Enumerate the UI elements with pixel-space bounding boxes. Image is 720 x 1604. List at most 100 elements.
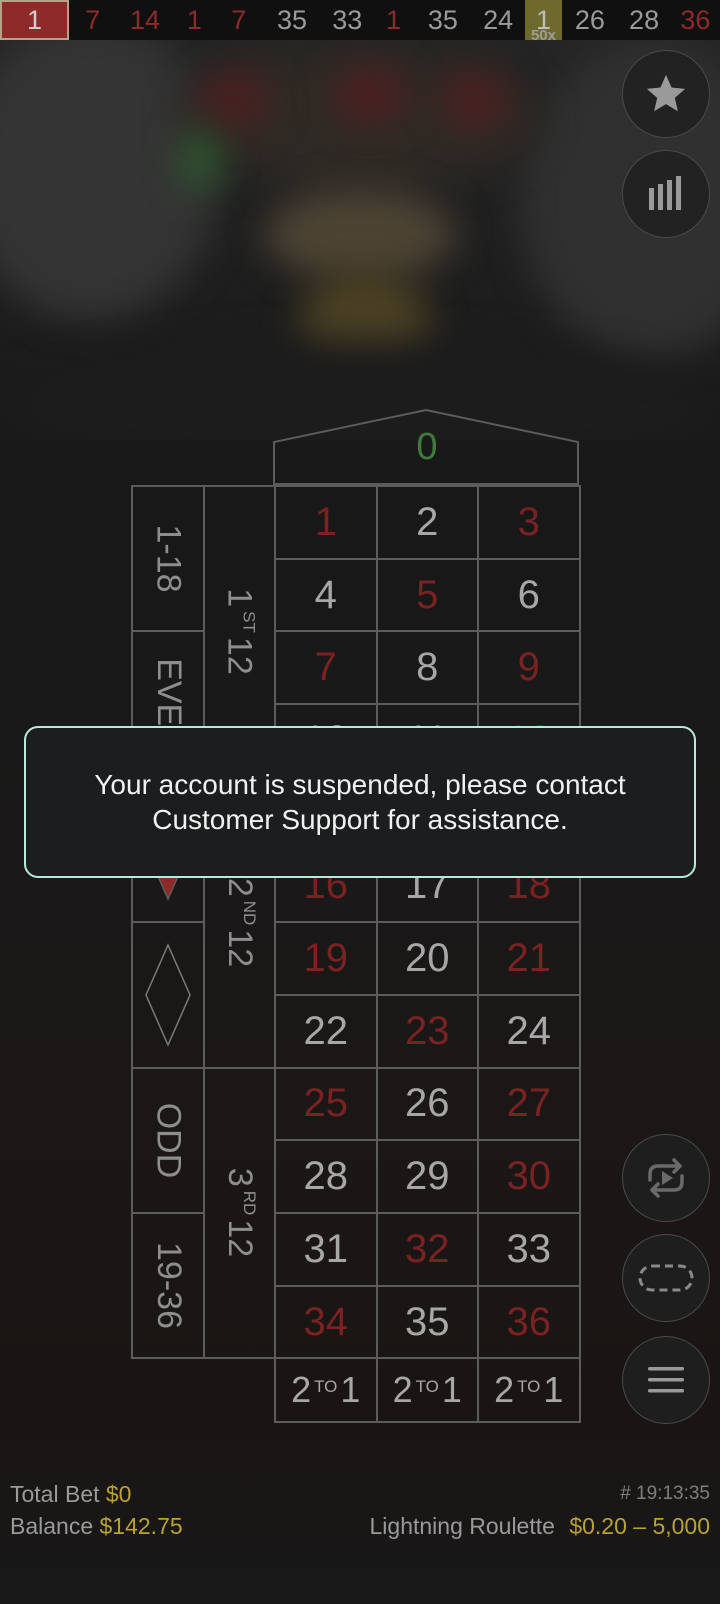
number-label: 36: [506, 1299, 552, 1344]
game-info: Lightning Roulette $0.20 – 5,000: [370, 1513, 711, 1540]
column-bet-1[interactable]: 2 TO 1: [274, 1357, 378, 1424]
column-label-digit: 1: [340, 1369, 361, 1411]
dozen-label-twelve: 12: [221, 636, 260, 675]
number-label: 20: [405, 936, 450, 981]
number-label: 25: [303, 1081, 349, 1126]
dozen-bet-3[interactable]: 3 RD 12: [203, 1066, 276, 1360]
number-label: 19: [303, 936, 349, 981]
number-cell-19[interactable]: 19: [274, 921, 378, 996]
number-label: 8: [416, 645, 439, 690]
black-bet[interactable]: [131, 921, 205, 1069]
number-label: 26: [405, 1081, 450, 1126]
number-cell-2[interactable]: 2: [375, 485, 479, 560]
number-label: 1: [314, 499, 337, 544]
number-cell-1[interactable]: 1: [274, 485, 378, 560]
dialog-message: Your account is suspended, please contac…: [94, 769, 626, 835]
column-label-digit: 1: [543, 1369, 564, 1411]
number-label: 2: [416, 499, 439, 544]
number-label: 32: [405, 1226, 450, 1271]
column-label-digit: 2: [291, 1369, 312, 1411]
balance-label: Balance: [10, 1513, 94, 1539]
number-label: 22: [303, 1008, 349, 1053]
number-label: 24: [506, 1008, 552, 1053]
number-cell-9[interactable]: 9: [477, 630, 581, 706]
high-label: 19-36: [149, 1242, 188, 1330]
balance-info: Balance $142.75: [10, 1513, 183, 1540]
number-label: 31: [303, 1226, 349, 1271]
round-id: # 19:13:35: [620, 1483, 710, 1504]
number-cell-26[interactable]: 26: [375, 1066, 479, 1142]
total-bet-value: $0: [105, 1481, 132, 1507]
total-bet-info: Total Bet $0: [10, 1481, 131, 1508]
balance-value: $142.75: [99, 1513, 183, 1539]
dozen-label-suffix: ND: [240, 900, 259, 926]
number-label: 27: [506, 1081, 552, 1126]
number-label: 3: [517, 499, 540, 544]
number-cell-31[interactable]: 31: [274, 1212, 378, 1287]
number-label: 23: [405, 1008, 450, 1053]
dozen-label: 1 ST 12: [220, 588, 259, 674]
number-label: 4: [314, 572, 337, 617]
dozen-label-twelve: 12: [221, 1219, 259, 1258]
dozen-label-suffix: ST: [240, 611, 260, 633]
dozen-label-twelve: 12: [221, 929, 259, 967]
column-label-digit: 2: [392, 1369, 413, 1411]
number-label: 29: [405, 1154, 450, 1199]
number-cell-22[interactable]: 22: [274, 993, 378, 1069]
number-label: 6: [517, 572, 540, 617]
number-cell-21[interactable]: 21: [477, 921, 581, 996]
number-label: 30: [506, 1154, 552, 1199]
number-cell-27[interactable]: 27: [477, 1066, 581, 1142]
number-cell-8[interactable]: 8: [375, 630, 479, 706]
total-bet-label: Total Bet: [10, 1481, 100, 1507]
column-bet-2[interactable]: 2 TO 1: [375, 1357, 479, 1424]
number-label: 35: [405, 1299, 450, 1344]
dozen-label: 2 ND 12: [220, 878, 259, 967]
number-label: 33: [506, 1226, 552, 1271]
bet-limits: $0.20 – 5,000: [569, 1513, 710, 1539]
number-cell-24[interactable]: 24: [477, 993, 581, 1069]
number-label: 28: [303, 1154, 349, 1199]
zero-label: 0: [416, 426, 438, 468]
black-diamond-icon: [145, 943, 191, 1047]
odd-label: ODD: [149, 1102, 188, 1179]
number-cell-25[interactable]: 25: [274, 1066, 378, 1142]
low-label: 1-18: [149, 524, 188, 593]
number-cell-33[interactable]: 33: [477, 1212, 581, 1287]
number-label: 9: [517, 645, 540, 690]
number-label: 34: [303, 1299, 349, 1344]
column-label-to: TO: [415, 1377, 439, 1397]
column-label-to: TO: [517, 1377, 541, 1397]
number-cell-3[interactable]: 3: [477, 485, 581, 560]
number-cell-35[interactable]: 35: [375, 1284, 479, 1360]
number-cell-28[interactable]: 28: [274, 1139, 378, 1214]
number-cell-32[interactable]: 32: [375, 1212, 479, 1287]
low-bet[interactable]: 1-18: [131, 485, 205, 633]
game-name: Lightning Roulette: [369, 1513, 555, 1539]
dozen-label-digit: 1: [221, 588, 260, 608]
dozen-label-digit: 3: [221, 1168, 259, 1188]
odd-bet[interactable]: ODD: [131, 1066, 205, 1214]
number-label: 5: [416, 572, 439, 617]
number-cell-6[interactable]: 6: [477, 557, 581, 633]
number-cell-29[interactable]: 29: [375, 1139, 479, 1214]
number-label: 7: [314, 645, 337, 690]
high-bet[interactable]: 19-36: [131, 1212, 205, 1360]
number-cell-7[interactable]: 7: [274, 630, 378, 706]
number-label: 21: [506, 936, 552, 981]
number-cell-5[interactable]: 5: [375, 557, 479, 633]
dozen-label-suffix: RD: [240, 1191, 259, 1216]
column-label-digit: 2: [494, 1369, 515, 1411]
number-cell-30[interactable]: 30: [477, 1139, 581, 1214]
number-cell-20[interactable]: 20: [375, 921, 479, 996]
number-cell-23[interactable]: 23: [375, 993, 479, 1069]
dozen-label-digit: 2: [221, 877, 259, 897]
number-cell-34[interactable]: 34: [274, 1284, 378, 1360]
column-bet-3[interactable]: 2 TO 1: [477, 1357, 581, 1424]
column-label-to: TO: [314, 1377, 338, 1397]
number-cell-4[interactable]: 4: [274, 557, 378, 633]
number-cell-36[interactable]: 36: [477, 1284, 581, 1360]
dozen-label: 3 RD 12: [220, 1168, 259, 1257]
suspended-account-dialog: Your account is suspended, please contac…: [24, 726, 696, 878]
column-label-digit: 1: [441, 1369, 462, 1411]
